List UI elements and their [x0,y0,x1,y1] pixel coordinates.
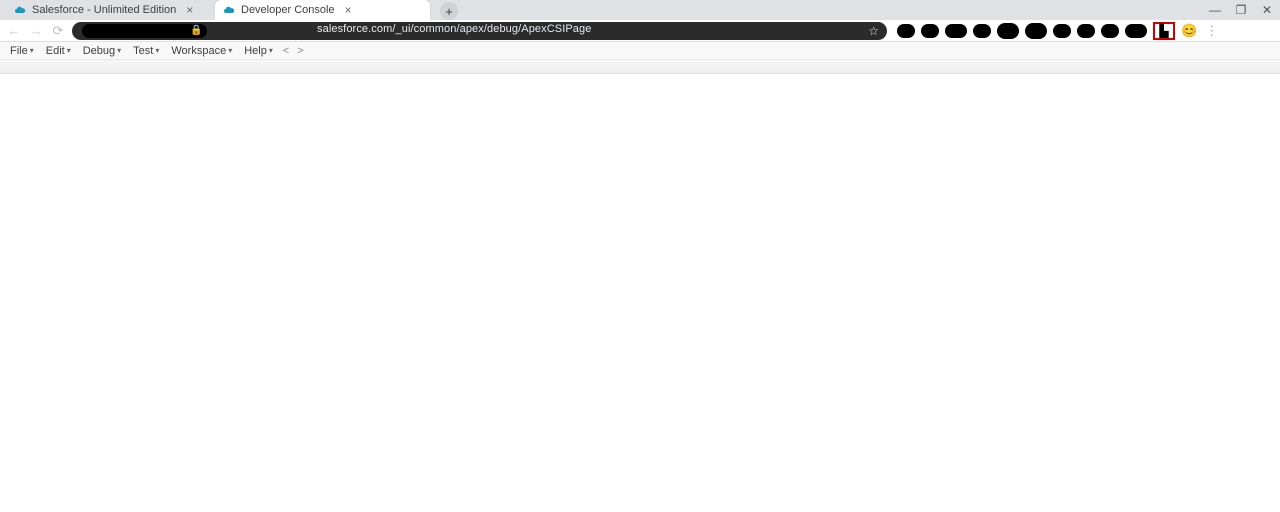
extension-icon[interactable] [1077,24,1095,38]
extension-icon[interactable] [1125,24,1147,38]
menu-help[interactable]: Help▾ [238,45,279,57]
lock-icon: 🔒 [190,25,202,36]
profile-avatar-icon[interactable]: 😊 [1181,23,1197,39]
nav-next-button[interactable]: > [293,45,307,57]
tab-title: Developer Console [241,4,335,16]
extension-icon[interactable] [1053,24,1071,38]
redacted-origin [82,24,207,38]
devconsole-menubar: File▾ Edit▾ Debug▾ Test▾ Workspace▾ Help… [0,42,1280,60]
url-text: salesforce.com/_ui/common/apex/debug/Ape… [317,23,591,35]
tab-salesforce[interactable]: Salesforce - Unlimited Edition × [6,0,211,20]
forward-button[interactable]: → [28,23,44,39]
window-minimize-button[interactable]: — [1208,3,1222,17]
cloud-icon [223,4,235,16]
extension-icon[interactable] [973,24,991,38]
extension-icon[interactable] [945,24,967,38]
cloud-icon [14,4,26,16]
menu-label: Workspace [171,45,226,57]
menu-label: File [10,45,28,57]
new-tab-button[interactable]: + [440,2,458,20]
menu-file[interactable]: File▾ [4,45,40,57]
extension-icon[interactable] [1101,24,1119,38]
close-icon[interactable]: × [186,3,193,17]
caret-down-icon: ▾ [269,46,273,55]
close-icon[interactable]: × [345,3,352,17]
back-button[interactable]: ← [6,23,22,39]
caret-down-icon: ▾ [117,46,121,55]
caret-down-icon: ▾ [30,46,34,55]
bookmark-star-icon[interactable]: ☆ [868,24,879,38]
extension-glyph-icon: ▙ [1159,24,1168,38]
menu-debug[interactable]: Debug▾ [77,45,127,57]
window-close-button[interactable]: ✕ [1260,3,1274,17]
caret-down-icon: ▾ [155,46,159,55]
extension-icon[interactable] [997,23,1019,39]
devconsole-content [0,74,1280,512]
extensions-row: ▙ 😊 ⋮ [897,22,1218,40]
reload-button[interactable]: ⟳ [50,23,66,39]
menu-edit[interactable]: Edit▾ [40,45,77,57]
menu-test[interactable]: Test▾ [127,45,165,57]
browser-toolbar: ← → ⟳ 🔒 salesforce.com/_ui/common/apex/d… [0,20,1280,42]
extension-icon[interactable] [897,24,915,38]
extension-icon[interactable] [1025,23,1047,39]
plus-icon: + [445,4,453,19]
address-bar[interactable]: 🔒 salesforce.com/_ui/common/apex/debug/A… [72,22,887,40]
highlighted-extension[interactable]: ▙ [1153,22,1175,40]
caret-down-icon: ▾ [67,46,71,55]
menu-label: Help [244,45,267,57]
browser-menu-icon[interactable]: ⋮ [1205,23,1218,39]
toolbar-separator [0,60,1280,74]
menu-label: Debug [83,45,115,57]
window-maximize-button[interactable]: ❐ [1234,3,1248,17]
menu-label: Edit [46,45,65,57]
tab-developer-console[interactable]: Developer Console × [215,0,430,20]
caret-down-icon: ▾ [228,46,232,55]
extension-icon[interactable] [921,24,939,38]
menu-workspace[interactable]: Workspace▾ [165,45,238,57]
nav-prev-button[interactable]: < [279,45,293,57]
menu-label: Test [133,45,153,57]
tab-title: Salesforce - Unlimited Edition [32,4,176,16]
